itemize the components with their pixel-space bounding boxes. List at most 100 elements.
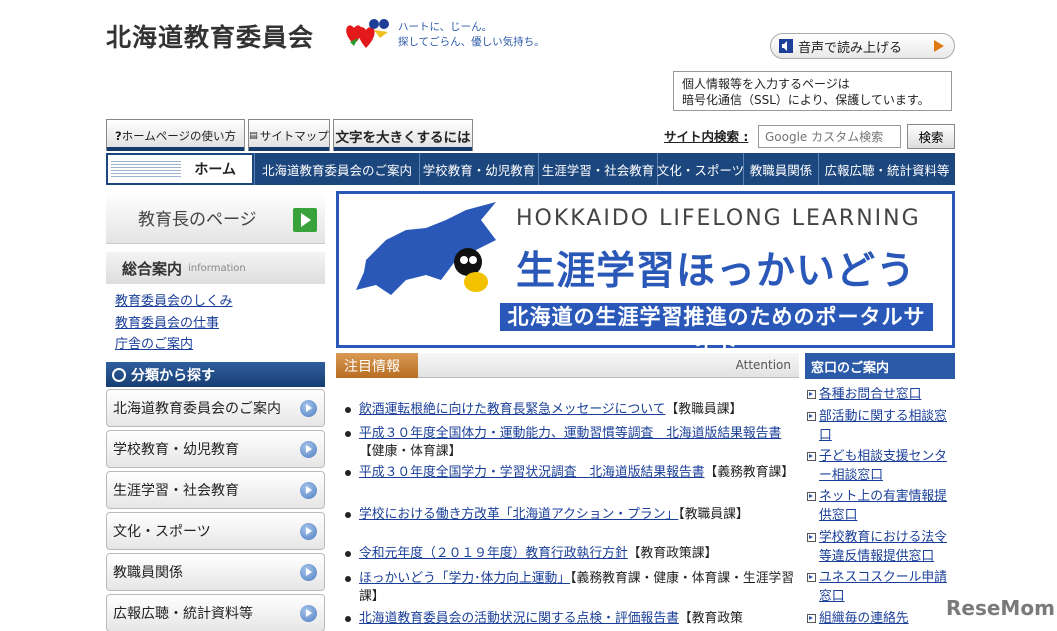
category-item-board[interactable]: 北海道教育委員会のご案内: [106, 389, 325, 427]
main-nav: ホーム 北海道教育委員会のご案内 学校教育・幼児教育 生涯学習・社会教育 文化・…: [106, 153, 955, 185]
category-item-culture[interactable]: 文化・スポーツ: [106, 512, 325, 550]
category-label: 生涯学習・社会教育: [113, 483, 239, 499]
tagline-line-2: 探してごらん、優しい気持ち。: [398, 36, 545, 48]
news-link[interactable]: 北海道教育委員会の活動状況に関する点検・評価報告書: [359, 611, 679, 626]
news-item: 平成３０年度全国学力・学習状況調査 北海道版結果報告書【義務教育課】: [343, 464, 795, 482]
news-item: 学校における働き方改革「北海道アクション・プラン」【教職員課】: [343, 506, 795, 524]
nav-item-culture[interactable]: 文化・スポーツ: [657, 153, 744, 185]
category-label: 北海道教育委員会のご案内: [113, 401, 281, 417]
ssl-line-2: 暗号化通信（SSL）により、保護しています。: [682, 93, 930, 107]
attention-en: Attention: [735, 358, 791, 372]
font-size-label: 文字を大きくするには: [335, 129, 471, 146]
info-link-office[interactable]: 庁舎のご案内: [115, 333, 193, 352]
news-link[interactable]: 平成３０年度全国学力・学習状況調査 北海道版結果報告書: [359, 465, 705, 480]
window-link[interactable]: 組織毎の連絡先: [806, 609, 954, 628]
info-link-structure[interactable]: 教育委員会のしくみ: [115, 290, 233, 309]
superintendent-page-link[interactable]: 教育長のページ: [106, 192, 325, 244]
nav-home[interactable]: ホーム: [106, 153, 254, 185]
category-heading: 分類から探す: [106, 362, 325, 387]
news-link[interactable]: 学校における働き方改革「北海道アクション・プラン」: [359, 507, 678, 522]
speaker-icon: [779, 39, 793, 53]
news-link[interactable]: 飲酒運転根絶に向けた教育長緊急メッセージについて: [359, 402, 666, 417]
category-item-staff[interactable]: 教職員関係: [106, 553, 325, 591]
tts-label: 音声で読み上げる: [798, 40, 903, 56]
nav-home-stripes: [111, 159, 181, 179]
category-label: 文化・スポーツ: [113, 524, 211, 540]
category-item-school[interactable]: 学校教育・幼児教育: [106, 430, 325, 468]
window-link[interactable]: 部活動に関する相談窓口: [806, 407, 954, 445]
info-heading-jp: 総合案内: [122, 259, 183, 278]
search-button[interactable]: 検索: [907, 124, 955, 149]
heart-bird-logo-icon: [346, 19, 389, 48]
site-search-label: サイト内検索 :: [664, 129, 749, 144]
superintendent-label: 教育長のページ: [138, 210, 257, 230]
sitemap-label: サイトマップ: [259, 128, 329, 143]
sitemap-tab[interactable]: ▤ サイトマップ: [248, 119, 330, 151]
usage-guide-tab[interactable]: ? ホームページの使い方: [106, 119, 245, 151]
sitemap-icon: ▤: [249, 130, 258, 141]
news-link[interactable]: ほっかいどう「学力･体力向上運動」: [359, 571, 570, 586]
arrow-circle-icon: [300, 400, 317, 417]
arrow-circle-icon: [300, 441, 317, 458]
nav-item-staff[interactable]: 教職員関係: [743, 153, 818, 185]
window-link[interactable]: ユネスコスクール申請窓口: [806, 568, 954, 606]
tagline: ハートに、じーん。 探してごらん、優しい気持ち。: [398, 20, 545, 50]
news-category: 【教職員課】: [665, 402, 743, 417]
window-link[interactable]: 各種お問合せ窓口: [806, 385, 954, 404]
window-heading: 窓口のご案内: [805, 353, 955, 379]
arrow-circle-icon: [300, 523, 317, 540]
question-icon: ?: [114, 128, 122, 143]
news-category: 【義務教育課】: [704, 465, 795, 480]
news-link[interactable]: 平成３０年度全国体力・運動能力、運動習慣等調査 北海道版結果報告書: [359, 426, 781, 441]
banner-english-title: HOKKAIDO LIFELONG LEARNING: [516, 206, 921, 231]
banner-japanese-title: 生涯学習ほっかいどう: [516, 249, 917, 294]
category-item-pr[interactable]: 広報広聴・統計資料等: [106, 594, 325, 631]
nav-home-label: ホーム: [194, 162, 236, 178]
category-heading-label: 分類から探す: [131, 367, 215, 384]
news-link[interactable]: 令和元年度（２０１９年度）教育行政執行方針: [359, 546, 628, 561]
info-link-work[interactable]: 教育委員会の仕事: [115, 312, 219, 331]
tab-underline: [107, 147, 244, 151]
text-to-speech-button[interactable]: 音声で読み上げる: [770, 33, 955, 59]
arrow-circle-icon: [300, 482, 317, 499]
info-heading: 総合案内 information: [106, 252, 325, 284]
play-icon: [934, 40, 944, 52]
news-category: 【教職員課】: [678, 507, 749, 522]
news-category: 【教育政策: [678, 611, 743, 626]
nav-item-board[interactable]: 北海道教育委員会のご案内: [254, 153, 419, 185]
nav-item-school[interactable]: 学校教育・幼児教育: [419, 153, 538, 185]
nav-item-lifelong[interactable]: 生涯学習・社会教育: [538, 153, 657, 185]
ssl-notice: 個人情報等を入力するページは 暗号化通信（SSL）により、保護しています。: [673, 71, 952, 111]
tab-underline: [249, 147, 329, 151]
category-item-lifelong[interactable]: 生涯学習・社会教育: [106, 471, 325, 509]
attention-tab: 注目情報: [336, 353, 418, 378]
info-heading-en: information: [188, 262, 246, 274]
arrow-circle-icon: [300, 564, 317, 581]
tagline-line-1: ハートに、じーん。: [398, 21, 493, 33]
news-item: 飲酒運転根絶に向けた教育長緊急メッセージについて【教職員課】: [343, 401, 795, 419]
news-item: 北海道教育委員会の活動状況に関する点検・評価報告書【教育政策: [343, 610, 795, 628]
window-link[interactable]: 子ども相談支援センター相談窓口: [806, 447, 954, 485]
tab-underline: [334, 147, 472, 151]
window-link[interactable]: 学校教育における法令等違反情報提供窓口: [806, 528, 954, 566]
site-title[interactable]: 北海道教育委員会: [106, 18, 314, 54]
banner-subtitle: 北海道の生涯学習推進のためのポータルサイト: [500, 303, 933, 357]
arrow-circle-icon: [300, 605, 317, 622]
news-item: ほっかいどう「学力･体力向上運動」【義務教育課・健康・体育課・生涯学習課】: [343, 570, 795, 606]
search-icon: [112, 367, 126, 382]
nav-item-pr[interactable]: 広報広聴・統計資料等: [818, 153, 955, 185]
ssl-line-1: 個人情報等を入力するページは: [682, 77, 850, 91]
window-link[interactable]: ネット上の有害情報提供窓口: [806, 487, 954, 525]
usage-guide-label: ホームページの使い方: [121, 128, 237, 143]
news-item: 平成３０年度全国体力・運動能力、運動習慣等調査 北海道版結果報告書【健康・体育課…: [343, 425, 795, 461]
go-arrow-icon: [293, 208, 317, 232]
news-item: 令和元年度（２０１９年度）教育行政執行方針【教育政策課】: [343, 545, 795, 563]
attention-heading: 注目情報 Attention: [336, 353, 799, 378]
search-input[interactable]: [758, 125, 901, 148]
category-label: 学校教育・幼児教育: [113, 442, 239, 458]
category-label: 広報広聴・統計資料等: [113, 606, 253, 622]
resemom-watermark: ReseMom: [946, 596, 1055, 620]
news-category: 【教育政策課】: [627, 546, 718, 561]
font-size-tab[interactable]: 文字を大きくするには: [333, 119, 473, 151]
hokkaido-map-icon: [356, 202, 496, 295]
